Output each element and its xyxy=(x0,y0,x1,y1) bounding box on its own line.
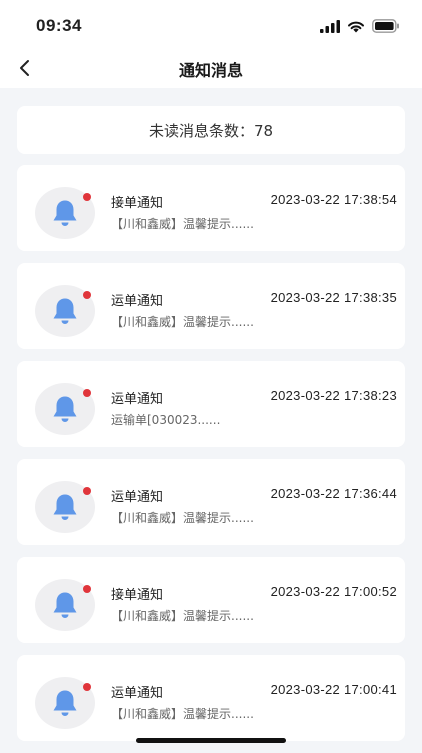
notification-preview: 【川和鑫威】温馨提示...... xyxy=(111,707,254,721)
notification-preview: 【川和鑫威】温馨提示...... xyxy=(111,511,254,525)
notification-time: 2023-03-22 17:00:41 xyxy=(270,682,397,697)
unread-dot xyxy=(83,291,91,299)
status-bar: 09:34 xyxy=(0,0,422,50)
notification-item[interactable]: 接单通知 2023-03-22 17:38:54 【川和鑫威】温馨提示.....… xyxy=(17,165,405,251)
status-icons xyxy=(320,18,400,34)
unread-dot xyxy=(83,487,91,495)
notification-preview: 【川和鑫威】温馨提示...... xyxy=(111,315,254,329)
notification-preview: 【川和鑫威】温馨提示...... xyxy=(111,217,254,231)
unread-count-panel: 未读消息条数：78 xyxy=(17,106,405,154)
unread-dot xyxy=(83,585,91,593)
notification-time: 2023-03-22 17:38:23 xyxy=(270,388,397,403)
unread-dot xyxy=(83,389,91,397)
battery-icon xyxy=(372,19,399,33)
unread-dot xyxy=(83,683,91,691)
home-indicator[interactable] xyxy=(136,738,286,743)
notification-item[interactable]: 运单通知 2023-03-22 17:36:44 【川和鑫威】温馨提示.....… xyxy=(17,459,405,545)
notification-list: 接单通知 2023-03-22 17:38:54 【川和鑫威】温馨提示.....… xyxy=(17,165,405,753)
cellular-signal-icon xyxy=(320,19,340,33)
bell-icon xyxy=(53,592,77,618)
notification-title: 运单通知 xyxy=(111,686,164,701)
bell-icon xyxy=(53,200,77,226)
unread-count-text: 未读消息条数：78 xyxy=(148,121,274,140)
notification-title: 运单通知 xyxy=(111,392,164,407)
nav-bar: 通知消息 xyxy=(0,50,422,88)
bell-icon xyxy=(53,494,77,520)
notification-title: 接单通知 xyxy=(111,196,164,211)
notification-item[interactable]: 运单通知 2023-03-22 17:00:41 【川和鑫威】温馨提示.....… xyxy=(17,655,405,741)
unread-dot xyxy=(83,193,91,201)
notification-time: 2023-03-22 17:38:54 xyxy=(270,192,397,207)
notification-item[interactable]: 运单通知 2023-03-22 17:38:35 【川和鑫威】温馨提示.....… xyxy=(17,263,405,349)
wifi-icon xyxy=(348,21,364,32)
notification-time: 2023-03-22 17:38:35 xyxy=(270,290,397,305)
notification-time: 2023-03-22 17:00:52 xyxy=(270,584,397,599)
notification-title: 运单通知 xyxy=(111,294,164,309)
notification-preview: 运输单[030023...... xyxy=(111,413,221,427)
notification-time: 2023-03-22 17:36:44 xyxy=(270,486,397,501)
status-time: 09:34 xyxy=(36,16,82,35)
notification-item[interactable]: 接单通知 2023-03-22 17:00:52 【川和鑫威】温馨提示.....… xyxy=(17,557,405,643)
bell-icon xyxy=(53,298,77,324)
notification-title: 接单通知 xyxy=(111,588,164,603)
notification-title: 运单通知 xyxy=(111,490,164,505)
notification-preview: 【川和鑫威】温馨提示...... xyxy=(111,609,254,623)
notification-item[interactable]: 运单通知 2023-03-22 17:38:23 运输单[030023.....… xyxy=(17,361,405,447)
page-title: 通知消息 xyxy=(178,61,243,80)
bell-icon xyxy=(53,396,77,422)
bell-icon xyxy=(53,690,77,716)
